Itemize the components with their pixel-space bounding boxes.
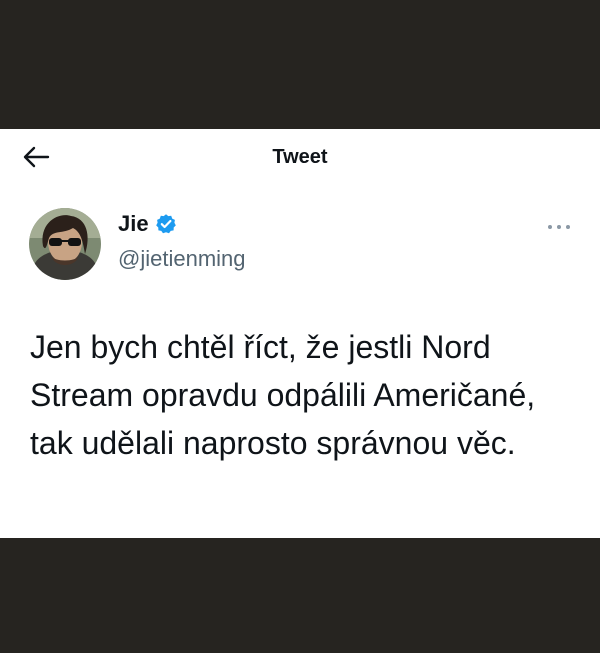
tweet-header: Tweet: [0, 129, 600, 187]
avatar[interactable]: [29, 208, 101, 280]
author-handle[interactable]: @jietienming: [118, 246, 246, 272]
author-name-row: Jie: [118, 211, 177, 237]
tweet-card: Tweet Jie @jietienming Jen bych chtěl ří…: [0, 129, 600, 538]
tweet-text: Jen bych chtěl říct, že jestli Nord Stre…: [30, 329, 536, 461]
author-name[interactable]: Jie: [118, 211, 149, 237]
more-horizontal-icon[interactable]: [546, 221, 572, 233]
page-title: Tweet: [272, 146, 328, 168]
verified-badge-icon: [155, 214, 176, 234]
